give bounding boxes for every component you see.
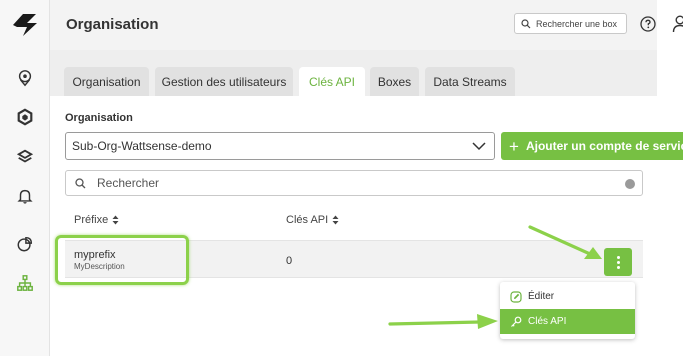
plus-icon: + (509, 136, 519, 156)
add-service-account-button[interactable]: + Ajouter un compte de service (501, 132, 683, 160)
dot-icon (616, 255, 620, 259)
row-actions-kebab-button[interactable] (604, 248, 632, 276)
cube-outline-icon[interactable] (15, 107, 35, 127)
column-prefix-label: Préfixe (74, 214, 109, 226)
filter-search-input[interactable]: Rechercher (65, 170, 643, 196)
org-tree-icon[interactable] (15, 273, 35, 293)
row-api-keys-count: 0 (286, 255, 293, 267)
tab-organisation[interactable]: Organisation (64, 67, 149, 96)
filter-placeholder: Rechercher (97, 176, 160, 190)
column-header-api-keys[interactable]: Clés API (286, 214, 339, 226)
dot-icon (616, 260, 620, 264)
organisation-label: Organisation (65, 112, 133, 124)
search-icon (521, 18, 531, 28)
tab-data-streams[interactable]: Data Streams (425, 67, 515, 96)
layers-icon[interactable] (15, 147, 35, 167)
tab-cles-api[interactable]: Clés API (299, 67, 365, 96)
dot-icon (616, 265, 620, 269)
edit-icon (510, 290, 522, 303)
tab-bar: Organisation Gestion des utilisateurs Cl… (50, 50, 657, 96)
sort-icon (332, 215, 339, 225)
menu-item-api-keys-label: Clés API (528, 316, 567, 327)
menu-item-api-keys[interactable]: Clés API (500, 309, 635, 334)
column-api-keys-label: Clés API (286, 214, 329, 226)
location-icon[interactable] (15, 68, 35, 88)
clear-icon[interactable] (625, 179, 635, 189)
organisation-select-value: Sub-Org-Wattsense-demo (72, 139, 212, 153)
organisation-select[interactable]: Sub-Org-Wattsense-demo (65, 132, 495, 160)
key-icon (511, 316, 522, 327)
column-header-prefix[interactable]: Préfixe (74, 214, 119, 226)
add-service-account-label: Ajouter un compte de service (525, 139, 683, 153)
search-box-input[interactable]: Rechercher une box (514, 13, 627, 34)
menu-item-edit-label: Éditer (528, 291, 555, 302)
annotation-arrow-icon (528, 225, 602, 259)
tab-boxes[interactable]: Boxes (370, 67, 419, 96)
sort-icon (112, 215, 119, 225)
annotation-highlight-box (55, 235, 189, 285)
menu-item-edit[interactable]: Éditer (500, 284, 635, 309)
page-title: Organisation (66, 16, 159, 33)
search-placeholder: Rechercher une box (536, 18, 618, 29)
search-icon (75, 177, 86, 188)
tab-gestion-utilisateurs[interactable]: Gestion des utilisateurs (155, 67, 293, 96)
lightning-logo-icon[interactable] (9, 10, 41, 40)
chart-pie-icon[interactable] (15, 234, 35, 254)
annotation-arrow-icon (388, 314, 498, 329)
sidebar (0, 0, 50, 356)
top-header: Organisation Rechercher une box (50, 0, 683, 50)
user-icon[interactable] (672, 15, 683, 33)
help-circle-icon[interactable] (640, 16, 656, 32)
chevron-down-icon (472, 142, 486, 151)
row-context-menu: Éditer Clés API (500, 282, 635, 339)
bell-icon[interactable] (15, 186, 35, 206)
